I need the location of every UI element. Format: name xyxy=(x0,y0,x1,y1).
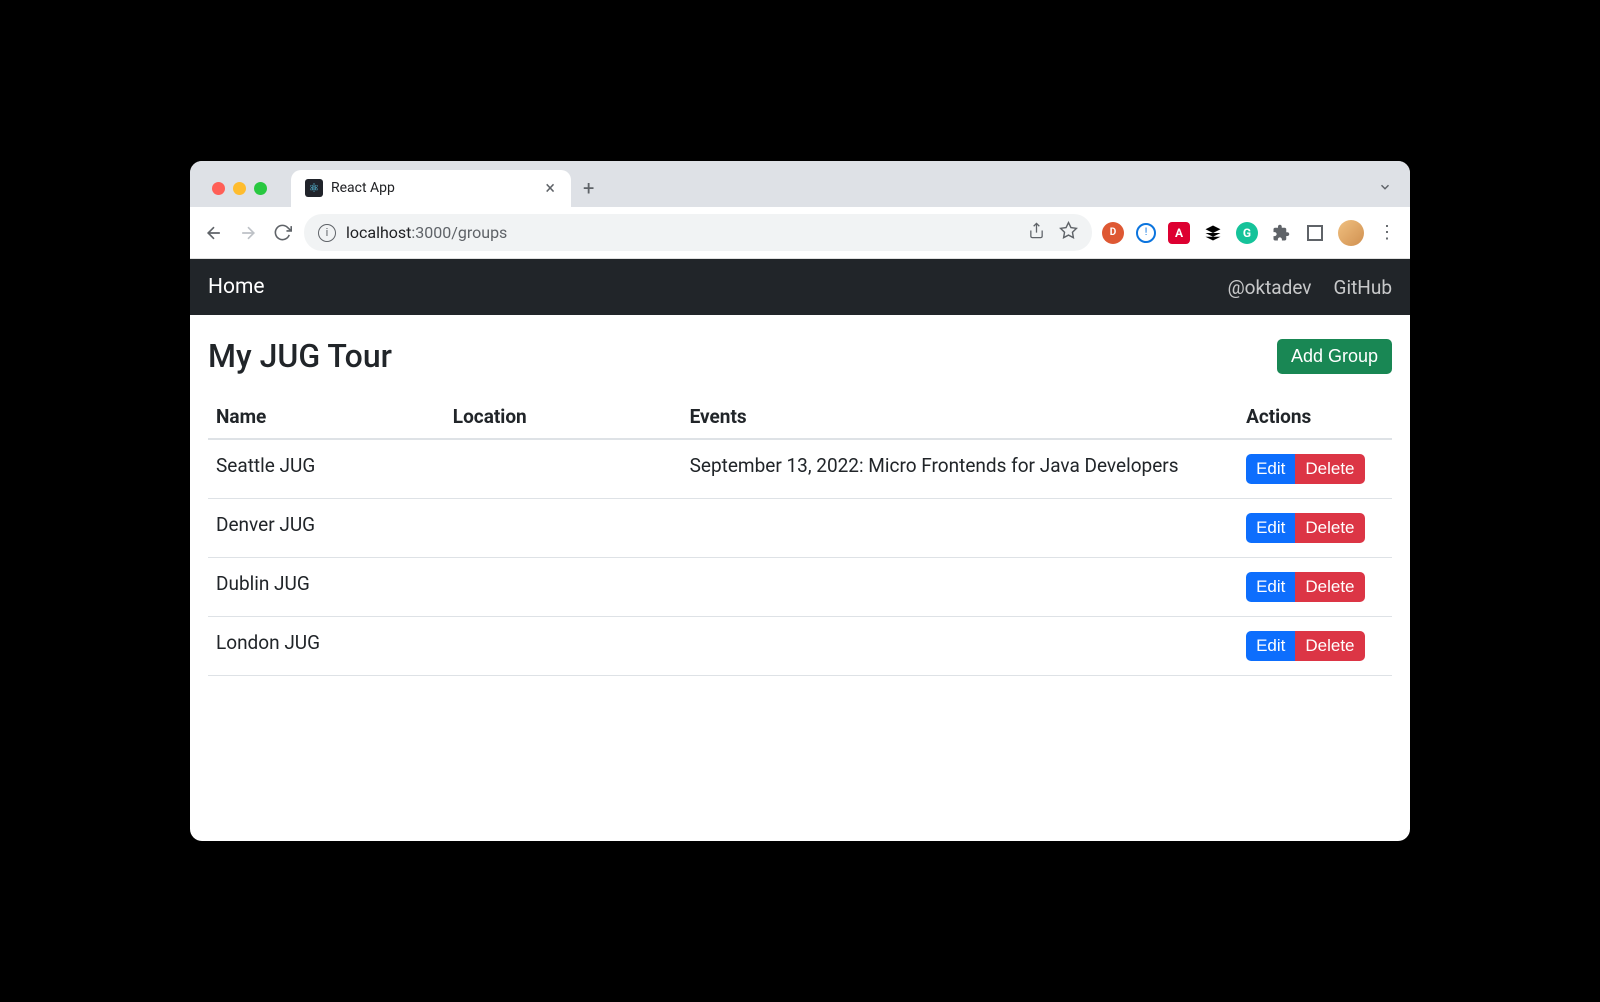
cell-name: London JUG xyxy=(208,617,445,676)
window-minimize-button[interactable] xyxy=(233,182,246,195)
browser-tab[interactable]: ⚛ React App × xyxy=(291,170,571,207)
app-content: Home @oktadev GitHub My JUG Tour Add Gro… xyxy=(190,259,1410,841)
extension-icon[interactable]: ! xyxy=(1136,223,1156,243)
window-close-button[interactable] xyxy=(212,182,225,195)
nav-github-link[interactable]: GitHub xyxy=(1334,276,1392,299)
cell-location xyxy=(445,617,682,676)
cell-location xyxy=(445,499,682,558)
toolbar-icons: D ! A G ⋮ xyxy=(1102,220,1398,246)
nav-home-link[interactable]: Home xyxy=(208,275,265,299)
tab-title: React App xyxy=(331,180,535,196)
nav-reload-button[interactable] xyxy=(270,221,294,245)
edit-button[interactable]: Edit xyxy=(1246,631,1295,661)
grammarly-extension-icon[interactable]: G xyxy=(1236,222,1258,244)
table-row: Dublin JUG Edit Delete xyxy=(208,558,1392,617)
groups-table: Name Location Events Actions Seattle JUG… xyxy=(208,395,1392,676)
nav-back-button[interactable] xyxy=(202,221,226,245)
address-bar[interactable]: i localhost:3000/groups xyxy=(304,214,1092,251)
angular-extension-icon[interactable]: A xyxy=(1168,222,1190,244)
table-row: Denver JUG Edit Delete xyxy=(208,499,1392,558)
cell-actions: Edit Delete xyxy=(1238,617,1392,676)
address-bar-row: i localhost:3000/groups D ! A xyxy=(190,207,1410,259)
col-header-location: Location xyxy=(445,395,682,439)
edit-button[interactable]: Edit xyxy=(1246,513,1295,543)
window-controls xyxy=(202,182,277,195)
edit-button[interactable]: Edit xyxy=(1246,572,1295,602)
extensions-icon[interactable] xyxy=(1270,222,1292,244)
delete-button[interactable]: Delete xyxy=(1295,454,1364,484)
delete-button[interactable]: Delete xyxy=(1295,572,1364,602)
tab-overflow-button[interactable] xyxy=(1378,179,1392,198)
bookmark-star-icon[interactable] xyxy=(1059,221,1078,244)
cell-events xyxy=(682,617,1238,676)
page-title: My JUG Tour xyxy=(208,337,392,375)
navbar-links: @oktadev GitHub xyxy=(1228,276,1392,299)
new-tab-button[interactable]: + xyxy=(583,176,594,200)
cell-events xyxy=(682,499,1238,558)
delete-button[interactable]: Delete xyxy=(1295,631,1364,661)
profile-avatar-icon[interactable] xyxy=(1338,220,1364,246)
col-header-name: Name xyxy=(208,395,445,439)
cell-actions: Edit Delete xyxy=(1238,499,1392,558)
tab-bar: ⚛ React App × + xyxy=(190,169,1410,207)
cell-events xyxy=(682,558,1238,617)
add-group-button[interactable]: Add Group xyxy=(1277,339,1392,374)
col-header-events: Events xyxy=(682,395,1238,439)
window-maximize-button[interactable] xyxy=(254,182,267,195)
nav-oktadev-link[interactable]: @oktadev xyxy=(1228,276,1312,299)
page-body: My JUG Tour Add Group Name Location Even… xyxy=(190,315,1410,841)
tab-close-icon[interactable]: × xyxy=(543,178,557,199)
cell-name: Denver JUG xyxy=(208,499,445,558)
cell-name: Seattle JUG xyxy=(208,439,445,499)
cell-name: Dublin JUG xyxy=(208,558,445,617)
nav-forward-button[interactable] xyxy=(236,221,260,245)
duckduckgo-extension-icon[interactable]: D xyxy=(1102,222,1124,244)
browser-window: ⚛ React App × + i localhost:30 xyxy=(190,161,1410,841)
app-navbar: Home @oktadev GitHub xyxy=(190,259,1410,315)
table-row: Seattle JUG September 13, 2022: Micro Fr… xyxy=(208,439,1392,499)
cell-actions: Edit Delete xyxy=(1238,439,1392,499)
url-text: localhost:3000/groups xyxy=(346,223,507,242)
cell-actions: Edit Delete xyxy=(1238,558,1392,617)
react-favicon-icon: ⚛ xyxy=(305,179,323,197)
delete-button[interactable]: Delete xyxy=(1295,513,1364,543)
url-host: localhost xyxy=(346,223,411,242)
page-header: My JUG Tour Add Group xyxy=(208,337,1392,375)
table-row: London JUG Edit Delete xyxy=(208,617,1392,676)
url-path: :3000/groups xyxy=(411,223,507,242)
panel-icon[interactable] xyxy=(1304,222,1326,244)
col-header-actions: Actions xyxy=(1238,395,1392,439)
browser-menu-icon[interactable]: ⋮ xyxy=(1376,222,1398,244)
share-icon[interactable] xyxy=(1028,222,1045,243)
browser-chrome: ⚛ React App × + i localhost:30 xyxy=(190,161,1410,259)
edit-button[interactable]: Edit xyxy=(1246,454,1295,484)
cell-events: September 13, 2022: Micro Frontends for … xyxy=(682,439,1238,499)
site-info-icon[interactable]: i xyxy=(318,224,336,242)
buffer-extension-icon[interactable] xyxy=(1202,222,1224,244)
cell-location xyxy=(445,439,682,499)
cell-location xyxy=(445,558,682,617)
